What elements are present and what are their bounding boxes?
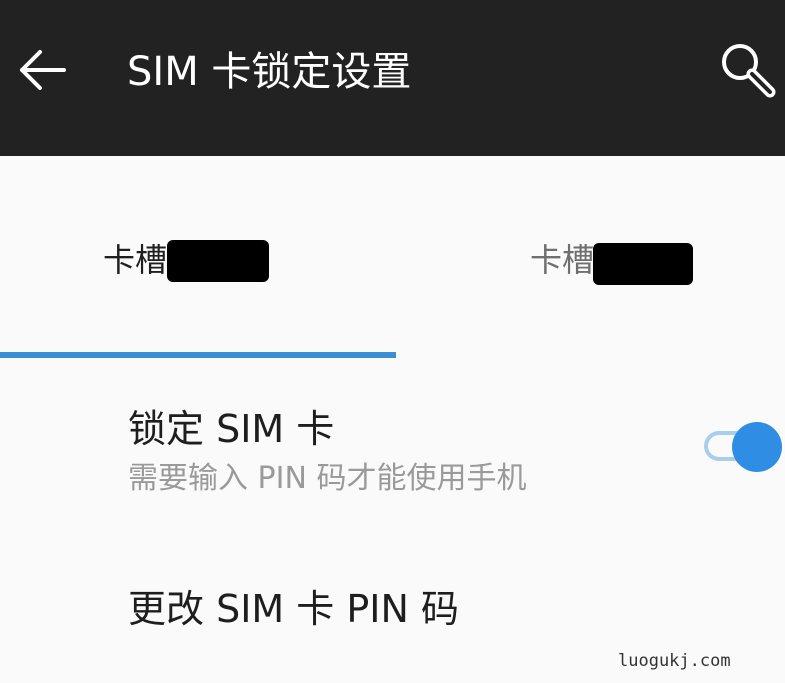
back-button[interactable]: [10, 38, 74, 102]
search-icon: [722, 44, 776, 98]
sim-lock-settings-screen: SIM 卡锁定设置 卡槽 卡槽 锁定 SIM 卡 需要输入 PIN 码才能使用手…: [0, 0, 785, 683]
redacted-sim-name: [593, 243, 693, 285]
toggle-thumb: [732, 422, 782, 472]
arrow-left-icon: [20, 50, 66, 90]
tab-sim-slot-1[interactable]: 卡槽: [0, 156, 392, 359]
tab-sim-slot-2[interactable]: 卡槽: [393, 156, 785, 359]
page-title: SIM 卡锁定设置: [127, 49, 412, 95]
tab-label: 卡槽: [530, 241, 595, 279]
tab-label: 卡槽: [103, 241, 168, 279]
change-pin-title: 更改 SIM 卡 PIN 码: [128, 587, 459, 631]
lock-sim-title: 锁定 SIM 卡: [128, 407, 335, 451]
lock-sim-subtitle: 需要输入 PIN 码才能使用手机: [128, 461, 527, 496]
lock-sim-setting[interactable]: 锁定 SIM 卡 需要输入 PIN 码才能使用手机: [0, 380, 785, 530]
change-pin-setting[interactable]: 更改 SIM 卡 PIN 码: [0, 570, 785, 650]
redacted-sim-name: [167, 240, 269, 282]
watermark: luogukj.com: [618, 651, 731, 671]
app-bar: SIM 卡锁定设置: [0, 0, 785, 156]
search-button[interactable]: [714, 36, 782, 104]
sim-slot-tabs: 卡槽 卡槽: [0, 156, 785, 359]
lock-sim-toggle[interactable]: [700, 422, 782, 474]
selected-tab-indicator: [0, 352, 396, 358]
